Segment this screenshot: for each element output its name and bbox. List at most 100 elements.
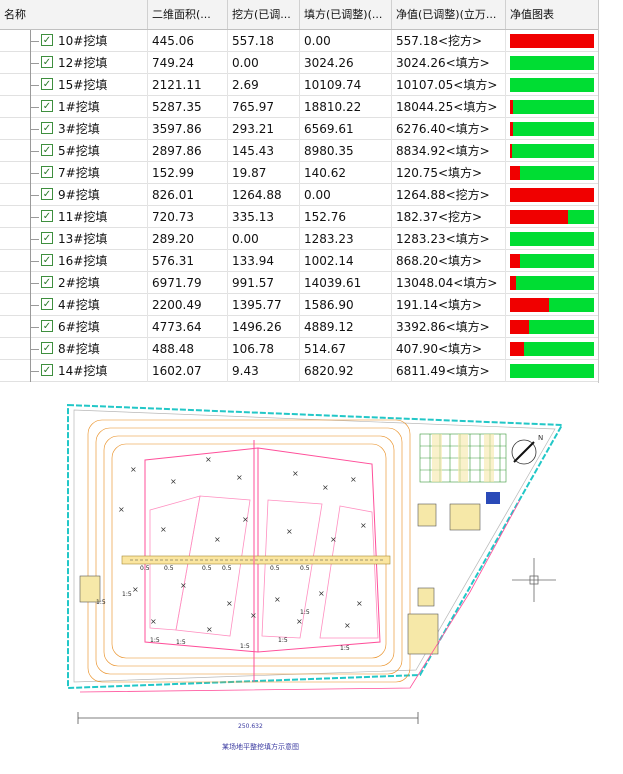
row-checkbox[interactable]: ✓ [41,342,53,354]
row-net: 13048.04<填方> [392,272,506,294]
row-net-bar [506,30,598,52]
col-cut-header[interactable]: 挖方(已调... [228,0,300,29]
tree-branch [31,283,39,284]
row-fill: 1002.14 [300,250,392,272]
survey-point-icon: × [318,589,325,598]
col-name-header[interactable]: 名称 [0,0,148,29]
survey-point-icon: × [330,535,337,544]
tree-branch [31,41,39,42]
survey-point-icon: × [360,521,367,530]
row-net-bar [506,162,598,184]
row-net: 1283.23<填方> [392,228,506,250]
row-checkbox[interactable]: ✓ [41,254,53,266]
table-row[interactable]: ✓ 11#挖填 720.73 335.13 152.76 182.37<挖方> [0,206,598,228]
tree-branch [31,305,39,306]
row-area: 576.31 [148,250,228,272]
col-chart-header[interactable]: 净值图表 [506,0,598,29]
row-name: 9#挖填 [58,188,100,202]
row-fill: 4889.12 [300,316,392,338]
row-checkbox[interactable]: ✓ [41,364,53,376]
row-area: 488.48 [148,338,228,360]
row-checkbox[interactable]: ✓ [41,100,53,112]
row-checkbox[interactable]: ✓ [41,276,53,288]
row-net-bar [506,294,598,316]
row-name: 6#挖填 [58,320,100,334]
row-name: 14#挖填 [58,364,108,378]
row-fill: 1586.90 [300,294,392,316]
row-cut: 1496.26 [228,316,300,338]
slope-label: 1:5 [176,639,186,646]
row-checkbox[interactable]: ✓ [41,34,53,46]
row-name: 4#挖填 [58,298,100,312]
row-area: 4773.64 [148,316,228,338]
row-checkbox[interactable]: ✓ [41,78,53,90]
survey-point-icon: × [170,477,177,486]
row-name-cell: ✓ 3#挖填 [0,118,148,140]
row-net-bar [506,52,598,74]
tree-branch [31,107,39,108]
row-net: 868.20<填方> [392,250,506,272]
col-area-header[interactable]: 二维面积(... [148,0,228,29]
table-row[interactable]: ✓ 3#挖填 3597.86 293.21 6569.61 6276.40<填方… [0,118,598,140]
table-row[interactable]: ✓ 13#挖填 289.20 0.00 1283.23 1283.23<填方> [0,228,598,250]
row-checkbox[interactable]: ✓ [41,232,53,244]
table-row[interactable]: ✓ 1#挖填 5287.35 765.97 18810.22 18044.25<… [0,96,598,118]
row-cut: 145.43 [228,140,300,162]
row-cut: 765.97 [228,96,300,118]
svg-text:250.632: 250.632 [238,723,263,730]
row-cut: 335.13 [228,206,300,228]
survey-point-icon: × [292,469,299,478]
row-checkbox[interactable]: ✓ [41,122,53,134]
row-checkbox[interactable]: ✓ [41,320,53,332]
table-row[interactable]: ✓ 12#挖填 749.24 0.00 3024.26 3024.26<填方> [0,52,598,74]
slope-label: 1:5 [122,591,132,598]
row-fill: 140.62 [300,162,392,184]
row-net-bar [506,184,598,206]
row-checkbox[interactable]: ✓ [41,166,53,178]
row-area: 826.01 [148,184,228,206]
row-net-bar [506,206,598,228]
volume-table: 名称 二维面积(... 挖方(已调... 填方(已调整)(... 净值(已调整)… [0,0,599,383]
row-name-cell: ✓ 15#挖填 [0,74,148,96]
slope-label: 0.5 [140,565,150,572]
row-net: 3024.26<填方> [392,52,506,74]
row-fill: 0.00 [300,30,392,52]
row-area: 720.73 [148,206,228,228]
slope-label: 1:5 [150,637,160,644]
table-row[interactable]: ✓ 9#挖填 826.01 1264.88 0.00 1264.88<挖方> [0,184,598,206]
row-checkbox[interactable]: ✓ [41,298,53,310]
col-fill-header[interactable]: 填方(已调整)(... [300,0,392,29]
row-checkbox[interactable]: ✓ [41,56,53,68]
row-name: 11#挖填 [58,210,108,224]
table-header: 名称 二维面积(... 挖方(已调... 填方(已调整)(... 净值(已调整)… [0,0,598,30]
row-checkbox[interactable]: ✓ [41,210,53,222]
table-row[interactable]: ✓ 15#挖填 2121.11 2.69 10109.74 10107.05<填… [0,74,598,96]
row-fill: 6569.61 [300,118,392,140]
row-net: 10107.05<填方> [392,74,506,96]
tree-branch [31,151,39,152]
table-row[interactable]: ✓ 14#挖填 1602.07 9.43 6820.92 6811.49<填方> [0,360,598,382]
row-name: 10#挖填 [58,34,108,48]
table-row[interactable]: ✓ 2#挖填 6971.79 991.57 14039.61 13048.04<… [0,272,598,294]
row-checkbox[interactable]: ✓ [41,188,53,200]
row-checkbox[interactable]: ✓ [41,144,53,156]
table-row[interactable]: ✓ 4#挖填 2200.49 1395.77 1586.90 191.14<填方… [0,294,598,316]
survey-point-icon: × [130,465,137,474]
row-net: 6811.49<填方> [392,360,506,382]
table-row[interactable]: ✓ 8#挖填 488.48 106.78 514.67 407.90<填方> [0,338,598,360]
slope-label: 0.5 [164,565,174,572]
row-net: 407.90<填方> [392,338,506,360]
col-net-header[interactable]: 净值(已调整)(立万... [392,0,506,29]
svg-text:N: N [538,434,543,442]
row-name: 12#挖填 [58,56,108,70]
table-row[interactable]: ✓ 10#挖填 445.06 557.18 0.00 557.18<挖方> [0,30,598,52]
table-row[interactable]: ✓ 6#挖填 4773.64 1496.26 4889.12 3392.86<填… [0,316,598,338]
row-name: 1#挖填 [58,100,100,114]
row-name: 5#挖填 [58,144,100,158]
row-cut: 293.21 [228,118,300,140]
row-fill: 6820.92 [300,360,392,382]
table-row[interactable]: ✓ 16#挖填 576.31 133.94 1002.14 868.20<填方> [0,250,598,272]
table-row[interactable]: ✓ 5#挖填 2897.86 145.43 8980.35 8834.92<填方… [0,140,598,162]
table-row[interactable]: ✓ 7#挖填 152.99 19.87 140.62 120.75<填方> [0,162,598,184]
row-fill: 10109.74 [300,74,392,96]
